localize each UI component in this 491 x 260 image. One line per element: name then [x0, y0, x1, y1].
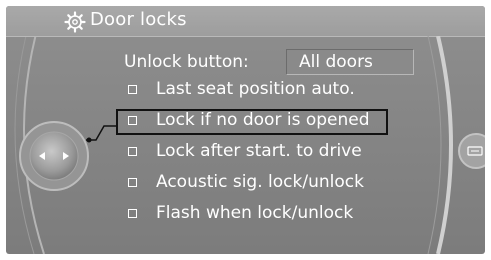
option-label: Flash when lock/unlock	[156, 203, 354, 223]
option-label: Acoustic sig. lock/unlock	[156, 172, 364, 192]
idrive-screen: Door locks Unlock button: All doors Last…	[0, 0, 491, 260]
option-label: Lock after start. to drive	[156, 141, 362, 161]
option-acoustic-signal[interactable]: Acoustic sig. lock/unlock	[124, 171, 394, 197]
title-bar: Door locks	[6, 6, 485, 37]
checkbox-icon[interactable]	[128, 147, 137, 156]
page-title: Door locks	[90, 9, 187, 30]
unlock-button-select[interactable]: All doors	[286, 49, 414, 75]
checkbox-icon[interactable]	[128, 178, 137, 187]
option-lock-after-start[interactable]: Lock after start. to drive	[124, 140, 394, 166]
unlock-button-label: Unlock button:	[124, 52, 249, 72]
option-last-seat-position[interactable]: Last seat position auto.	[124, 78, 394, 104]
checkbox-icon[interactable]	[128, 209, 137, 218]
option-label: Last seat position auto.	[156, 79, 355, 99]
settings-panel: Door locks Unlock button: All doors Last…	[6, 6, 485, 254]
unlock-button-value: All doors	[299, 52, 373, 72]
controller-knob-icon[interactable]	[16, 118, 92, 194]
option-flash-when-lock[interactable]: Flash when lock/unlock	[124, 202, 394, 228]
selection-highlight	[116, 109, 388, 135]
gear-car-settings-icon	[64, 11, 86, 33]
checkbox-icon[interactable]	[128, 85, 137, 94]
right-scrollbar[interactable]	[420, 36, 485, 254]
